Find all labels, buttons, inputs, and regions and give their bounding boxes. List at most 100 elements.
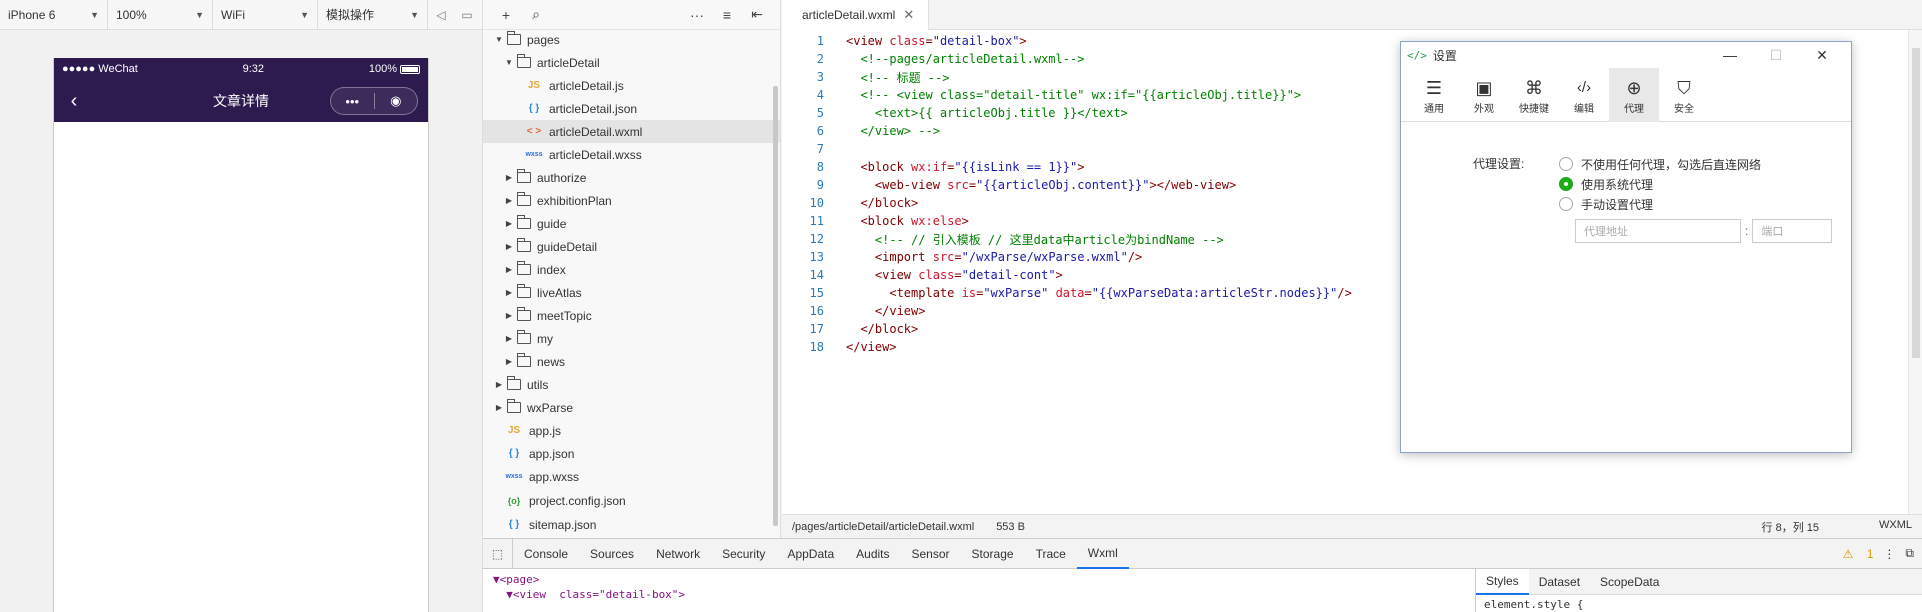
phone-screen: ●●●●● WeChat 9:32 100% ‹ 文章详情 ••• ◉ (53, 58, 429, 612)
tree-folder-guide[interactable]: ▶ guide (483, 212, 780, 235)
tab-dataset[interactable]: Dataset (1529, 569, 1590, 595)
line-number: 10 (809, 196, 824, 210)
inspect-icon[interactable]: ⬚ (483, 538, 513, 569)
radio-button-selected[interactable] (1559, 177, 1573, 191)
undock-icon[interactable]: ⧉ (1905, 546, 1914, 561)
tab-appearance[interactable]: ▣ 外观 (1459, 68, 1509, 122)
tree-folder-authorize[interactable]: ▶ authorize (483, 166, 780, 189)
proxy-option-none[interactable]: 不使用任何代理，勾选后直连网络 (1559, 154, 1761, 174)
proxy-port-input[interactable]: 端口 (1752, 219, 1833, 243)
line-number: 4 (816, 88, 824, 102)
close-icon[interactable]: ✕ (903, 7, 914, 23)
editor-status-bar: /pages/articleDetail/articleDetail.wxml … (782, 514, 1922, 538)
mute-icon[interactable]: ◁ (428, 0, 454, 30)
json-file-icon: { } (508, 448, 520, 459)
tab-appdata[interactable]: AppData (776, 539, 845, 569)
tree-folder-pages[interactable]: ▼ pages (483, 28, 780, 51)
search-icon[interactable]: ⌕ (521, 6, 551, 23)
tab-security[interactable]: Security (711, 539, 776, 569)
tree-folder-exhibitionPlan[interactable]: ▶ exhibitionPlan (483, 189, 780, 212)
tab-scopedata[interactable]: ScopeData (1590, 569, 1669, 595)
tab-console[interactable]: Console (513, 539, 579, 569)
dom-node[interactable]: ▼<view class="detail-box"> (493, 588, 1465, 603)
tree-file-project-config-json[interactable]: {o} project.config.json (483, 489, 780, 512)
close-icon[interactable]: ✕ (1799, 47, 1845, 64)
code-line: <view class="detail-cont"> (874, 268, 1063, 282)
tree-folder-index[interactable]: ▶ index (483, 258, 780, 281)
dom-node[interactable]: ▼<page> (493, 573, 1465, 588)
code-line: </block> (860, 196, 919, 210)
editor-scroll-thumb[interactable] (1912, 48, 1920, 358)
tree-file-articleDetail-wxss[interactable]: wxss articleDetail.wxss (483, 143, 780, 166)
tree-file-app-js[interactable]: JS app.js (483, 419, 780, 442)
back-arrow-icon[interactable]: ‹ (54, 90, 94, 113)
colon-separator: : (1745, 224, 1749, 238)
more-icon[interactable]: ··· (682, 7, 712, 23)
tab-trace[interactable]: Trace (1025, 539, 1077, 569)
add-icon[interactable]: + (491, 7, 521, 23)
file-tree-panel: + ⌕ ··· ≡ ⇤ ▼ pages ▼ articleDetail JS arti… (483, 0, 781, 538)
proxy-address-input[interactable]: 代理地址 (1575, 219, 1741, 243)
tree-file-articleDetail-wxml[interactable]: < > articleDetail.wxml (483, 120, 780, 143)
tab-network[interactable]: Network (645, 539, 711, 569)
tree-folder-my[interactable]: ▶ my (483, 327, 780, 350)
language-mode[interactable]: WXML (1879, 519, 1912, 535)
wxml-dom-tree[interactable]: ▼<page> ▼<view class="detail-box"> (483, 569, 1475, 612)
tab-styles[interactable]: Styles (1476, 568, 1529, 595)
tab-proxy[interactable]: ⊕ 代理 (1609, 68, 1659, 122)
phone-status-bar: ●●●●● WeChat 9:32 100% (54, 58, 428, 80)
radio-button[interactable] (1559, 157, 1573, 171)
network-select[interactable]: WiFi ▼ (213, 0, 318, 30)
line-number: 3 (816, 70, 824, 84)
tree-folder-guideDetail[interactable]: ▶ guideDetail (483, 235, 780, 258)
collapsed-arrow-icon: ▶ (505, 334, 513, 343)
cursor-position[interactable]: 行 8，列 15 (1762, 519, 1819, 535)
tab-wxml[interactable]: Wxml (1076, 539, 1129, 569)
line-number: 2 (816, 52, 824, 66)
layout-icon[interactable]: ⇤ (742, 6, 772, 23)
file-path: /pages/articleDetail/articleDetail.wxml (792, 520, 975, 533)
tree-file-sitemap-json[interactable]: { } sitemap.json (483, 513, 780, 536)
more-dots-icon[interactable]: ••• (331, 94, 374, 109)
proxy-option-manual[interactable]: 手动设置代理 (1559, 194, 1761, 214)
tree-folder-utils[interactable]: ▶ utils (483, 373, 780, 396)
appearance-icon: ▣ (1475, 77, 1493, 98)
warning-badge[interactable]: ⚠ 1 (1833, 547, 1874, 561)
proxy-option-system[interactable]: 使用系统代理 (1559, 174, 1761, 194)
kebab-menu-icon[interactable]: ⋮ (1883, 547, 1895, 561)
close-target-icon[interactable]: ◉ (375, 93, 418, 109)
tab-shortcuts[interactable]: ⌘ 快捷键 (1509, 68, 1559, 122)
tree-folder-liveAtlas[interactable]: ▶ liveAtlas (483, 281, 780, 304)
tree-file-app-json[interactable]: { } app.json (483, 442, 780, 465)
tree-folder-articleDetail[interactable]: ▼ articleDetail (483, 51, 780, 74)
chevron-down-icon: ▼ (90, 9, 99, 20)
tree-file-app-wxss[interactable]: wxss app.wxss (483, 465, 780, 488)
chevron-down-icon: ▼ (300, 9, 309, 20)
dialog-title: 设置 (1432, 48, 1457, 63)
tree-folder-meetTopic[interactable]: ▶ meetTopic (483, 304, 780, 327)
tab-sources[interactable]: Sources (579, 539, 645, 569)
tab-storage[interactable]: Storage (961, 539, 1025, 569)
tree-file-articleDetail-js[interactable]: JS articleDetail.js (483, 74, 780, 97)
screen-icon[interactable]: ▭ (454, 0, 480, 30)
folder-icon (517, 284, 531, 298)
file-tree-scrollbar[interactable] (773, 86, 778, 526)
radio-button[interactable] (1559, 197, 1573, 211)
tree-file-articleDetail-json[interactable]: { } articleDetail.json (483, 97, 780, 120)
tab-audits[interactable]: Audits (845, 539, 900, 569)
tab-security[interactable]: ⛉ 安全 (1659, 68, 1709, 122)
editor-scrollbar[interactable] (1908, 30, 1922, 514)
tab-articleDetail-wxml[interactable]: articleDetail.wxml ✕ (782, 0, 930, 30)
mode-select[interactable]: 模拟操作 ▼ (318, 0, 428, 30)
tab-editor[interactable]: ‹/› 编辑 (1559, 68, 1609, 122)
code-line: <template is="wxParse" data="{{wxParseDa… (889, 286, 1352, 300)
tab-sensor[interactable]: Sensor (901, 539, 961, 569)
zoom-select[interactable]: 100% ▼ (108, 0, 213, 30)
tree-folder-wxParse[interactable]: ▶ wxParse (483, 396, 780, 419)
tree-folder-news[interactable]: ▶ news (483, 350, 780, 373)
collapse-icon[interactable]: ≡ (712, 7, 742, 23)
minimize-icon[interactable]: — (1707, 47, 1753, 64)
device-select[interactable]: iPhone 6 ▼ (0, 0, 108, 30)
chevron-down-icon: ▼ (410, 9, 419, 20)
tab-general[interactable]: ☰ 通用 (1409, 68, 1459, 122)
